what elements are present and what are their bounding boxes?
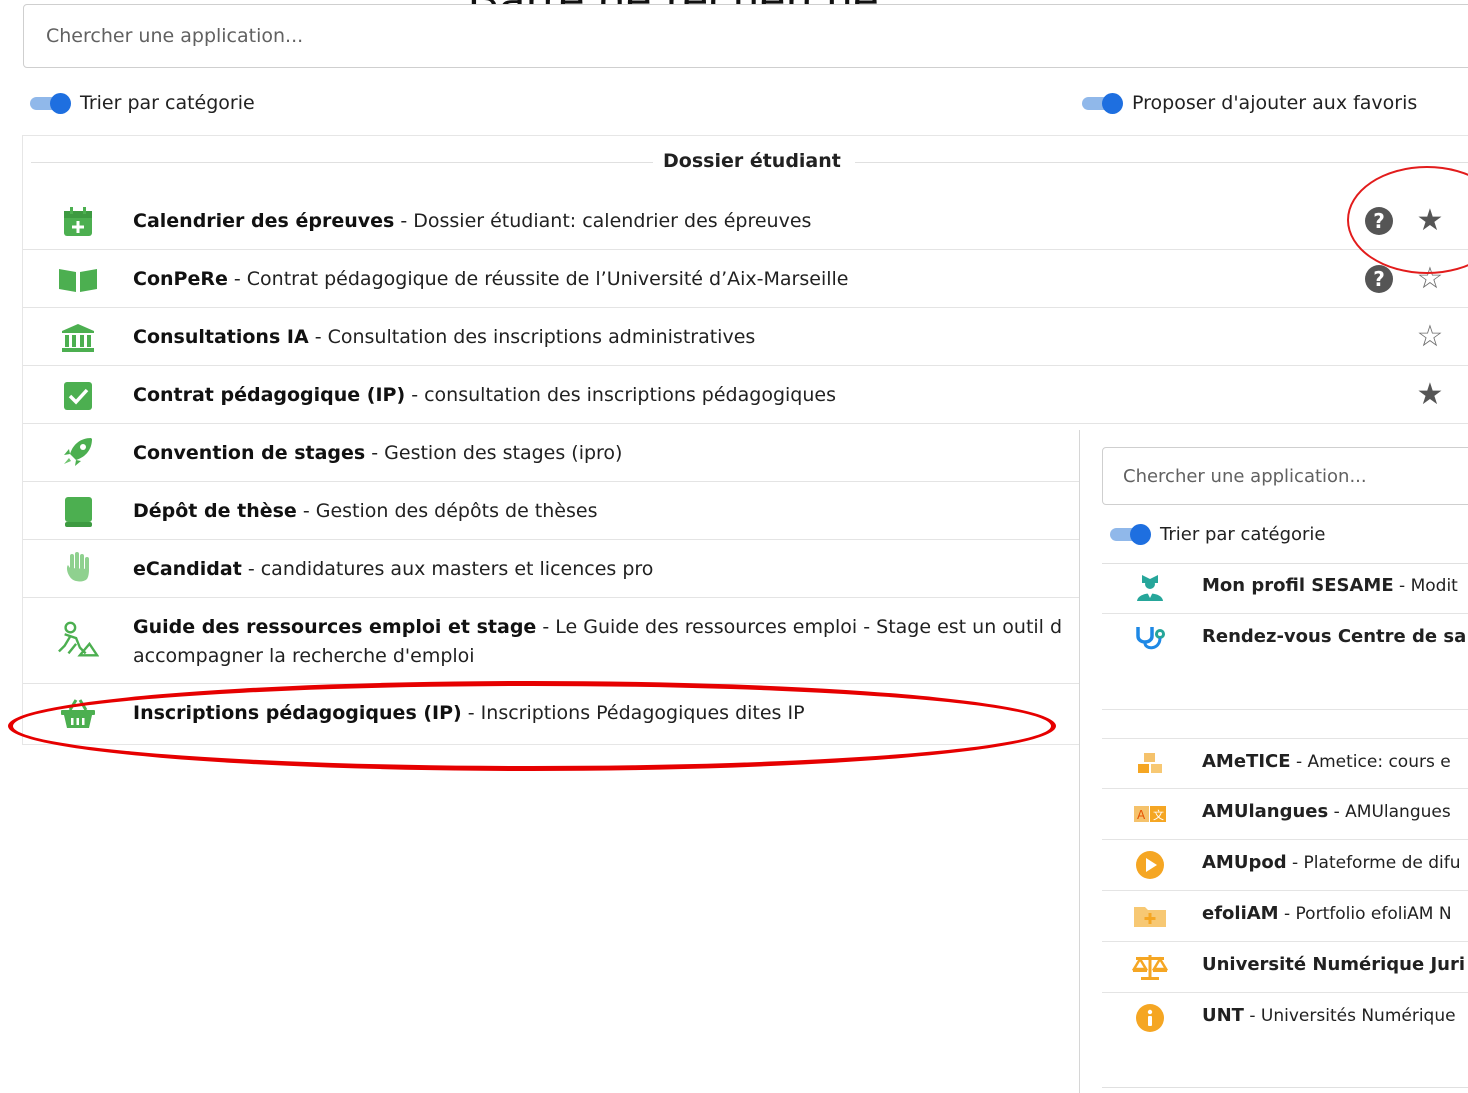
secondary-app-row[interactable]: A文 AMUlangues - AMUlangues xyxy=(1102,789,1468,840)
star-filled-icon[interactable]: ★ xyxy=(1413,380,1447,410)
book-open-icon xyxy=(57,260,99,300)
app-name: Mon profil SESAME xyxy=(1202,575,1394,596)
worker-icon xyxy=(57,620,99,660)
app-row-conpere[interactable]: ConPeRe - Contrat pédagogique de réussit… xyxy=(23,250,1468,308)
sort-category-label: Trier par catégorie xyxy=(80,92,255,114)
app-name: Calendrier des épreuves xyxy=(133,210,395,232)
app-desc: - Gestion des stages (ipro) xyxy=(365,442,623,464)
app-desc-continued: accompagner la recherche d'emploi xyxy=(133,645,475,667)
suggest-favorites-label: Proposer d'ajouter aux favoris xyxy=(1132,92,1418,114)
calendar-plus-icon xyxy=(57,202,99,242)
star-outline-icon[interactable]: ☆ xyxy=(1413,322,1447,352)
balance-scale-icon xyxy=(1132,952,1168,982)
secondary-sort-toggle-row[interactable]: Trier par catégorie xyxy=(1108,523,1326,545)
secondary-panel: Trier par catégorie Mon profil SESAME - … xyxy=(1079,430,1468,1093)
stethoscope-icon xyxy=(1132,624,1168,654)
app-desc: - candidatures aux masters et licences p… xyxy=(241,558,654,580)
secondary-app-row[interactable]: AMUpod - Plateforme de difu xyxy=(1102,840,1468,891)
app-name: AMUpod xyxy=(1202,852,1287,873)
app-desc: - Contrat pédagogique de réussite de l’U… xyxy=(227,268,849,290)
app-desc: - Dossier étudiant: calendrier des épreu… xyxy=(394,210,812,232)
secondary-search-bar[interactable] xyxy=(1102,447,1468,505)
app-row-consultations-ia[interactable]: Consultations IA - Consultation des insc… xyxy=(23,308,1468,366)
app-name: Dépôt de thèse xyxy=(133,500,297,522)
hand-icon xyxy=(57,548,99,588)
app-name: Université Numérique Juri xyxy=(1202,954,1466,975)
cubes-icon xyxy=(1132,749,1168,779)
secondary-app-row[interactable]: Rendez-vous Centre de sa xyxy=(1102,614,1468,710)
app-desc: - Le Guide des ressources emploi - Stage… xyxy=(536,616,1063,638)
language-icon: A文 xyxy=(1132,799,1168,829)
app-desc: - Universités Numérique xyxy=(1243,1006,1456,1026)
app-desc: - Consultation des inscriptions administ… xyxy=(308,326,756,348)
app-desc: - Gestion des dépôts de thèses xyxy=(296,500,598,522)
category-label: Dossier étudiant xyxy=(663,150,841,172)
search-input[interactable] xyxy=(24,5,1432,67)
app-name: Rendez-vous Centre de sa xyxy=(1202,626,1467,647)
university-icon xyxy=(57,318,99,358)
folder-plus-icon xyxy=(1132,901,1168,931)
app-row-calendrier[interactable]: Calendrier des épreuves - Dossier étudia… xyxy=(23,192,1468,250)
app-desc: - consultation des inscriptions pédagogi… xyxy=(405,384,836,406)
suggest-favorites-toggle[interactable] xyxy=(1080,92,1124,114)
app-name: Consultations IA xyxy=(133,326,309,348)
app-name: ConPeRe xyxy=(133,268,228,290)
sort-category-toggle-row[interactable]: Trier par catégorie xyxy=(28,92,255,114)
secondary-app-row[interactable]: AMeTICE - Ametice: cours e xyxy=(1102,738,1468,789)
user-profile-icon xyxy=(1132,573,1168,603)
secondary-sort-label: Trier par catégorie xyxy=(1160,523,1326,545)
secondary-app-row[interactable]: efoliAM - Portfolio efoliAM N xyxy=(1102,891,1468,942)
app-name: efoliAM xyxy=(1202,903,1279,924)
annotation-ellipse xyxy=(8,681,1056,771)
secondary-search-input[interactable] xyxy=(1103,448,1468,504)
help-icon[interactable]: ? xyxy=(1365,265,1393,293)
sort-category-toggle[interactable] xyxy=(28,92,72,114)
app-row-contrat-pedagogique[interactable]: Contrat pédagogique (IP) - consultation … xyxy=(23,366,1468,424)
app-name: AMUlangues xyxy=(1202,801,1329,822)
app-desc: - Modit xyxy=(1393,576,1458,596)
svg-text:文: 文 xyxy=(1153,808,1164,822)
app-desc: - Plateforme de difu xyxy=(1286,853,1461,873)
app-name: eCandidat xyxy=(133,558,242,580)
checkbox-icon xyxy=(57,376,99,416)
secondary-sort-toggle[interactable] xyxy=(1108,523,1152,545)
secondary-app-row[interactable]: Mon profil SESAME - Modit xyxy=(1102,563,1468,614)
svg-text:A: A xyxy=(1137,808,1146,822)
play-icon xyxy=(1132,850,1168,880)
app-desc: - AMUlangues xyxy=(1328,802,1451,822)
category-header: Dossier étudiant xyxy=(23,150,1468,174)
search-bar[interactable] xyxy=(23,4,1468,68)
suggest-favorites-toggle-row[interactable]: Proposer d'ajouter aux favoris xyxy=(1080,92,1417,114)
app-desc: - Portfolio efoliAM N xyxy=(1278,904,1452,924)
app-name: Guide des ressources emploi et stage xyxy=(133,616,537,638)
app-name: UNT xyxy=(1202,1005,1244,1026)
book-icon xyxy=(57,492,99,532)
app-desc: - Ametice: cours e xyxy=(1290,752,1451,772)
app-name: Contrat pédagogique (IP) xyxy=(133,384,406,406)
secondary-app-row[interactable]: UNT - Universités Numérique xyxy=(1102,993,1468,1044)
rocket-icon xyxy=(57,432,99,472)
app-name: AMeTICE xyxy=(1202,751,1291,772)
app-name: Convention de stages xyxy=(133,442,366,464)
secondary-app-row[interactable]: Université Numérique Juri xyxy=(1102,942,1468,993)
info-icon xyxy=(1132,1003,1168,1033)
